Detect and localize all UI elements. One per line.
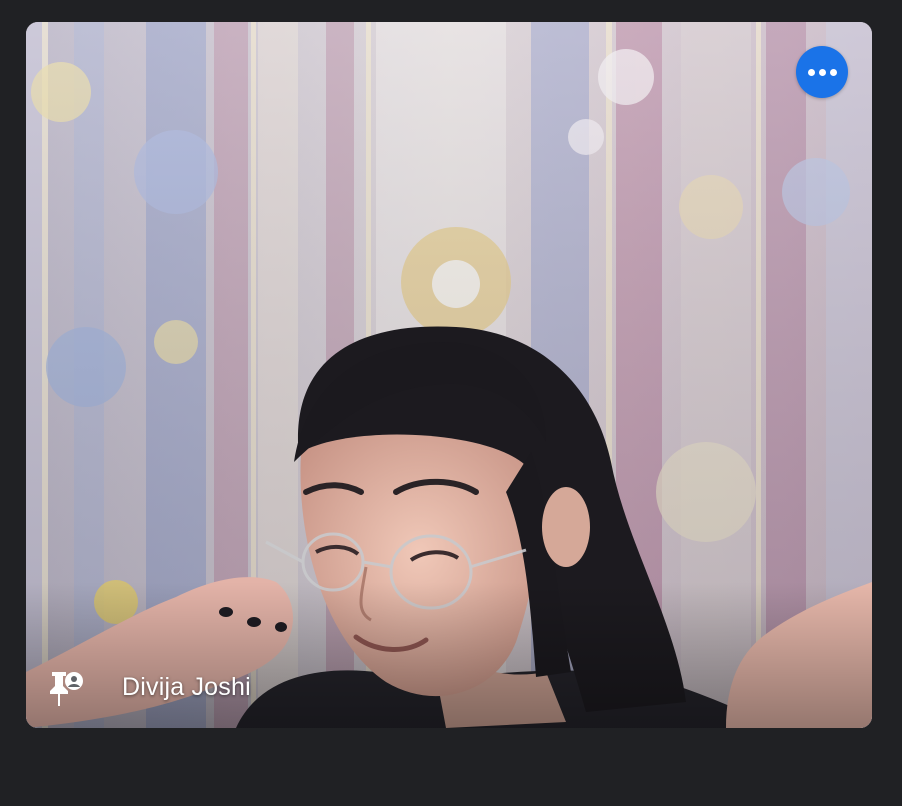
participant-name: Divija Joshi — [122, 673, 251, 701]
meeting-stage: Divija Joshi — [0, 0, 902, 806]
more-options-button[interactable] — [796, 46, 848, 98]
participant-video — [26, 22, 872, 728]
pin-icon — [50, 672, 83, 706]
pin-button[interactable] — [46, 666, 86, 710]
more-horiz-icon — [807, 68, 837, 76]
participant-tile[interactable]: Divija Joshi — [26, 22, 872, 728]
